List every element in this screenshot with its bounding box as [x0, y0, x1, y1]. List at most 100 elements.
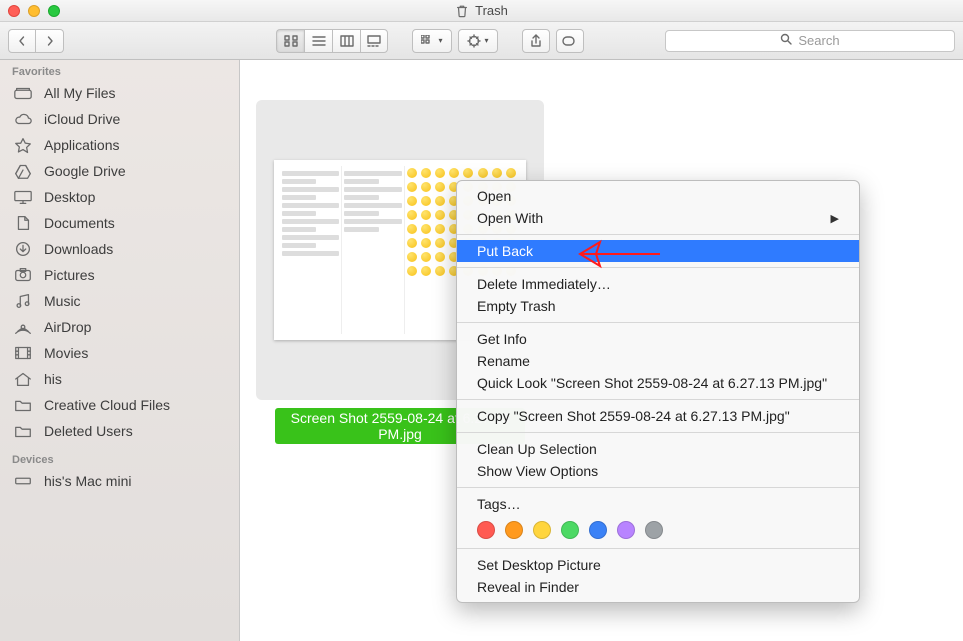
- sidebar-item-label: Desktop: [44, 189, 95, 205]
- sidebar-section-devices: Devices: [0, 450, 239, 468]
- context-menu-item-put-back[interactable]: Put Back: [457, 240, 859, 262]
- context-menu-item-delete-immediately[interactable]: Delete Immediately…: [457, 273, 859, 295]
- context-menu-item-label: Put Back: [477, 243, 533, 259]
- tag-color-dot[interactable]: [589, 521, 607, 539]
- icon-view-button[interactable]: [276, 29, 304, 53]
- tag-color-dot[interactable]: [645, 521, 663, 539]
- sidebar-item-label: Deleted Users: [44, 423, 133, 439]
- home-icon: [12, 370, 34, 388]
- tags-button[interactable]: [556, 29, 584, 53]
- context-menu-item-get-info[interactable]: Get Info: [457, 328, 859, 350]
- sidebar-item-pictures[interactable]: Pictures: [0, 262, 239, 288]
- sidebar-item-label: Documents: [44, 215, 115, 231]
- context-menu-item-label: Copy "Screen Shot 2559-08-24 at 6.27.13 …: [477, 408, 790, 424]
- maximize-window-button[interactable]: [48, 5, 60, 17]
- window-controls: [8, 5, 60, 17]
- folder-icon: [12, 422, 34, 440]
- downloads-icon: [12, 240, 34, 258]
- context-menu-separator: [457, 432, 859, 433]
- column-view-button[interactable]: [332, 29, 360, 53]
- context-menu-item-label: Clean Up Selection: [477, 441, 597, 457]
- context-menu-item-label: Show View Options: [477, 463, 598, 479]
- context-menu-item-quick-look-screen-shot-2559-08-24-at-6-27-13-pm-jpg[interactable]: Quick Look "Screen Shot 2559-08-24 at 6.…: [457, 372, 859, 394]
- context-menu-item-empty-trash[interactable]: Empty Trash: [457, 295, 859, 317]
- movies-icon: [12, 344, 34, 362]
- trash-icon: [455, 4, 469, 18]
- context-menu-separator: [457, 267, 859, 268]
- context-menu-separator: [457, 487, 859, 488]
- context-menu-item-label: Open: [477, 188, 511, 204]
- music-icon: [12, 292, 34, 310]
- context-menu-item-label: Tags…: [477, 496, 521, 512]
- sidebar-item-creative-cloud-files[interactable]: Creative Cloud Files: [0, 392, 239, 418]
- sidebar-item-google-drive[interactable]: Google Drive: [0, 158, 239, 184]
- back-button[interactable]: [8, 29, 36, 53]
- sidebar-item-label: Google Drive: [44, 163, 126, 179]
- context-menu-item-label: Reveal in Finder: [477, 579, 579, 595]
- forward-button[interactable]: [36, 29, 64, 53]
- context-menu-item-clean-up-selection[interactable]: Clean Up Selection: [457, 438, 859, 460]
- tag-color-dot[interactable]: [617, 521, 635, 539]
- context-menu-item-label: Delete Immediately…: [477, 276, 611, 292]
- sidebar-item-documents[interactable]: Documents: [0, 210, 239, 236]
- search-input[interactable]: Search: [665, 30, 955, 52]
- context-menu-item-set-desktop-picture[interactable]: Set Desktop Picture: [457, 554, 859, 576]
- google-drive-icon: [12, 162, 34, 180]
- sidebar-item-airdrop[interactable]: AirDrop: [0, 314, 239, 340]
- nav-back-forward: [8, 29, 64, 53]
- context-menu-separator: [457, 322, 859, 323]
- sidebar: Favorites All My Files iCloud Drive Applic…: [0, 60, 240, 641]
- context-menu-separator: [457, 399, 859, 400]
- sidebar-item-label: Downloads: [44, 241, 113, 257]
- sidebar-item-applications[interactable]: Applications: [0, 132, 239, 158]
- all-my-files-icon: [12, 84, 34, 102]
- sidebar-section-favorites: Favorites: [0, 62, 239, 80]
- context-menu-item-label: Quick Look "Screen Shot 2559-08-24 at 6.…: [477, 375, 827, 391]
- context-menu-item-rename[interactable]: Rename: [457, 350, 859, 372]
- tag-color-dot[interactable]: [505, 521, 523, 539]
- context-menu-item-reveal-in-finder[interactable]: Reveal in Finder: [457, 576, 859, 598]
- sidebar-item-all-my-files[interactable]: All My Files: [0, 80, 239, 106]
- sidebar-item-label: iCloud Drive: [44, 111, 120, 127]
- sidebar-item-his[interactable]: his: [0, 366, 239, 392]
- context-menu-item-tags[interactable]: Tags…: [457, 493, 859, 515]
- context-menu-separator: [457, 234, 859, 235]
- close-window-button[interactable]: [8, 5, 20, 17]
- context-menu-item-label: Rename: [477, 353, 530, 369]
- sidebar-item-deleted-users[interactable]: Deleted Users: [0, 418, 239, 444]
- sidebar-item-label: his's Mac mini: [44, 473, 131, 489]
- sidebar-item-his-s-mac-mini[interactable]: his's Mac mini: [0, 468, 239, 494]
- context-menu-item-show-view-options[interactable]: Show View Options: [457, 460, 859, 482]
- gallery-view-button[interactable]: [360, 29, 388, 53]
- mac-mini-icon: [12, 472, 34, 490]
- toolbar: ▾ ▾ Search: [0, 22, 963, 60]
- context-menu-item-open[interactable]: Open: [457, 185, 859, 207]
- desktop-icon: [12, 188, 34, 206]
- sidebar-item-icloud-drive[interactable]: iCloud Drive: [0, 106, 239, 132]
- context-menu-item-label: Open With: [477, 210, 543, 226]
- list-view-button[interactable]: [304, 29, 332, 53]
- sidebar-item-label: Movies: [44, 345, 88, 361]
- sidebar-item-label: Music: [44, 293, 81, 309]
- context-menu-item-label: Empty Trash: [477, 298, 556, 314]
- context-menu-item-copy-screen-shot-2559-08-24-at-6-27-13-pm-jpg[interactable]: Copy "Screen Shot 2559-08-24 at 6.27.13 …: [457, 405, 859, 427]
- documents-icon: [12, 214, 34, 232]
- search-placeholder: Search: [798, 33, 839, 48]
- action-menu-button[interactable]: ▾: [458, 29, 498, 53]
- sidebar-item-downloads[interactable]: Downloads: [0, 236, 239, 262]
- share-button[interactable]: [522, 29, 550, 53]
- context-menu-item-open-with[interactable]: Open With▶: [457, 207, 859, 229]
- context-menu-separator: [457, 548, 859, 549]
- tag-color-dot[interactable]: [477, 521, 495, 539]
- sidebar-item-label: his: [44, 371, 62, 387]
- sidebar-item-desktop[interactable]: Desktop: [0, 184, 239, 210]
- sidebar-item-music[interactable]: Music: [0, 288, 239, 314]
- sidebar-item-movies[interactable]: Movies: [0, 340, 239, 366]
- arrange-menu-button[interactable]: ▾: [412, 29, 452, 53]
- tag-color-dot[interactable]: [561, 521, 579, 539]
- icloud-drive-icon: [12, 110, 34, 128]
- pictures-icon: [12, 266, 34, 284]
- minimize-window-button[interactable]: [28, 5, 40, 17]
- tag-color-dot[interactable]: [533, 521, 551, 539]
- sidebar-item-label: Creative Cloud Files: [44, 397, 170, 413]
